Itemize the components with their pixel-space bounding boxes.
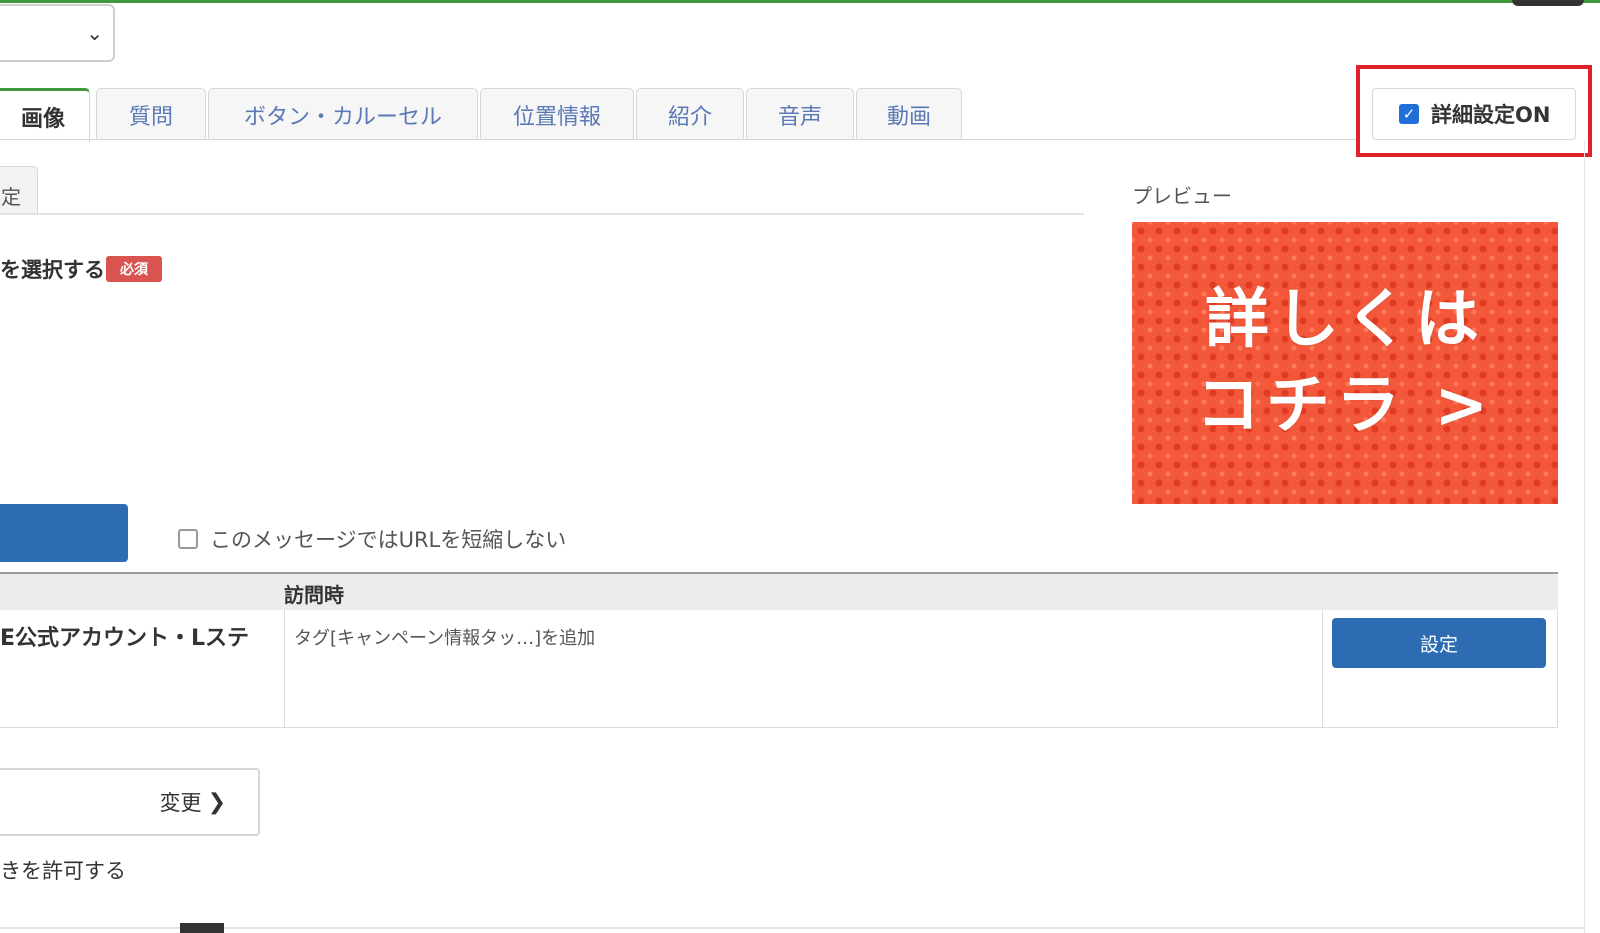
tab-divider — [0, 139, 1360, 140]
tab-location[interactable]: 位置情報 — [480, 88, 634, 140]
preview-label: プレビュー — [1132, 184, 1232, 208]
panel-edge — [1584, 140, 1585, 933]
visit-action-text: タグ[キャンペーン情報タッ…]を追加 — [294, 628, 596, 649]
tab-video[interactable]: 動画 — [856, 88, 962, 140]
checkbox-unchecked-icon[interactable] — [178, 529, 198, 549]
bottom-dark-tab — [180, 923, 224, 933]
type-select[interactable]: ⌄ — [0, 4, 115, 62]
detail-setting-toggle[interactable]: ✓ 詳細設定ON — [1372, 88, 1576, 140]
tab-button-carousel[interactable]: ボタン・カルーセル — [208, 88, 478, 140]
visit-column-header: 訪問時 — [284, 583, 344, 607]
image-select-label: を選択する — [0, 258, 105, 282]
chevron-down-icon: ⌄ — [86, 21, 103, 45]
subtab-settings[interactable]: 定 — [0, 166, 38, 214]
bottom-divider — [0, 927, 1584, 929]
preview-text-line2: コチラ > — [1196, 369, 1494, 443]
checkbox-checked-icon[interactable]: ✓ — [1399, 104, 1419, 124]
preview-text-line1: 詳しくは — [1205, 283, 1485, 357]
preview-image: 詳しくは コチラ > — [1132, 222, 1558, 504]
table-column-divider — [284, 610, 285, 728]
tab-image[interactable]: 画像 — [0, 88, 90, 142]
table-column-divider — [1322, 610, 1323, 728]
visit-table-header — [0, 572, 1558, 610]
allow-label: きを許可する — [0, 859, 126, 883]
tab-audio[interactable]: 音声 — [746, 88, 854, 140]
top-accent-bar — [0, 0, 1600, 3]
tab-introduction[interactable]: 紹介 — [636, 88, 744, 140]
top-dark-tab — [1512, 0, 1584, 6]
required-badge: 必須 — [106, 256, 162, 282]
tab-question[interactable]: 質問 — [96, 88, 206, 140]
chevron-right-icon: ❯ — [207, 789, 226, 815]
image-select-button[interactable] — [0, 504, 128, 562]
short-url-option[interactable]: このメッセージではURLを短縮しない — [178, 524, 566, 554]
subtab-divider — [0, 213, 1084, 215]
change-button[interactable]: 変更 ❯ — [0, 768, 260, 836]
account-label: E公式アカウント・Lステ — [0, 626, 250, 651]
visit-settings-button[interactable]: 設定 — [1332, 618, 1546, 668]
